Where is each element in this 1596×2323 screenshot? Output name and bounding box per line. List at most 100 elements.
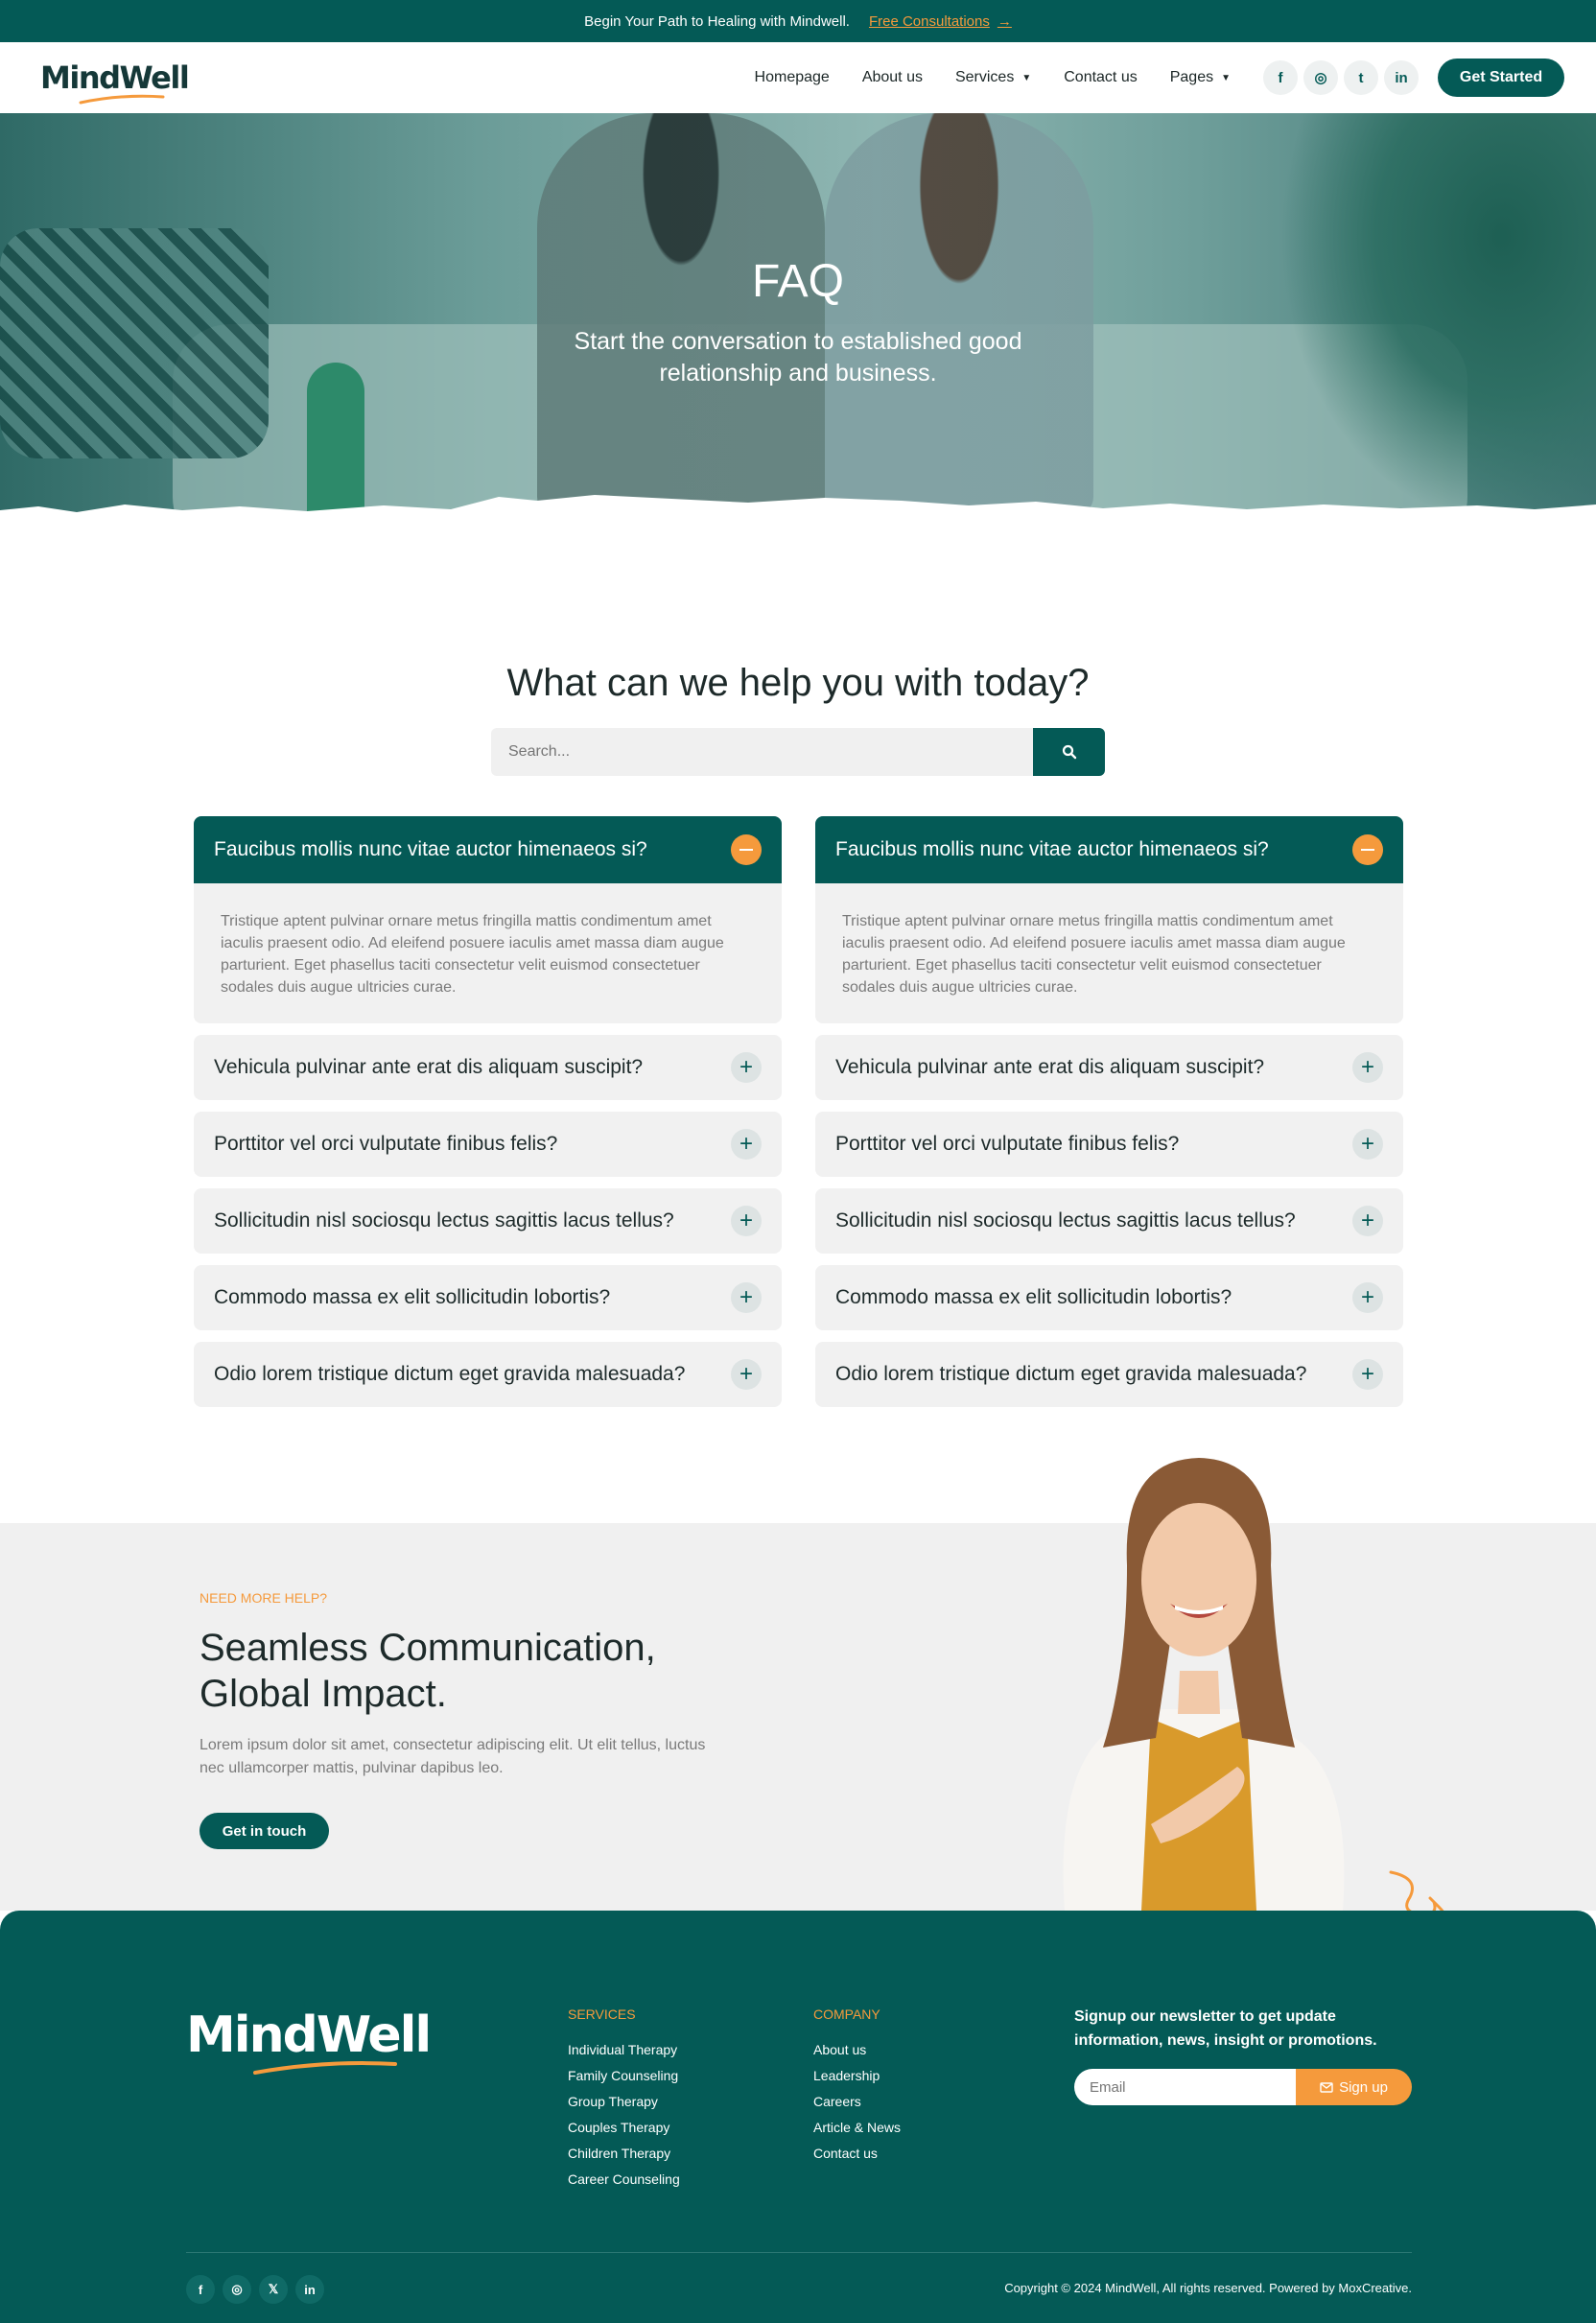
facebook-icon[interactable]: f (186, 2275, 215, 2304)
hero-banner: FAQ Start the conversation to establishe… (0, 113, 1596, 528)
chevron-down-icon: ▼ (1221, 72, 1231, 83)
faq-question-toggle[interactable]: Faucibus mollis nunc vitae auctor himena… (815, 816, 1403, 883)
linkedin-icon[interactable]: in (295, 2275, 324, 2304)
expand-icon: + (1352, 1129, 1383, 1160)
faq-question: Faucibus mollis nunc vitae auctor himena… (835, 838, 1269, 860)
footer-link[interactable]: Career Counseling (568, 2167, 680, 2193)
facebook-icon[interactable]: f (1263, 60, 1298, 95)
faq-item-open: Faucibus mollis nunc vitae auctor himena… (815, 816, 1403, 1023)
instagram-icon[interactable]: ◎ (223, 2275, 251, 2304)
twitter-icon[interactable]: t (1344, 60, 1378, 95)
nav-item-label: Pages (1169, 69, 1214, 85)
footer-link[interactable]: About us (813, 2037, 901, 2063)
get-started-button[interactable]: Get Started (1438, 59, 1564, 97)
expand-icon: + (731, 1052, 762, 1083)
footer-company: COMPANY About us Leadership Careers Arti… (813, 2006, 901, 2167)
announcement-bar: Begin Your Path to Healing with Mindwell… (0, 0, 1596, 42)
footer-link[interactable]: Family Counseling (568, 2063, 680, 2089)
expand-icon: + (1352, 1282, 1383, 1313)
search-button[interactable] (1033, 728, 1105, 776)
hero-plant-shape (1279, 113, 1596, 526)
newsletter-text: Signup our newsletter to get update info… (1074, 2008, 1377, 2049)
faq-answer: Tristique aptent pulvinar ornare metus f… (194, 883, 782, 1023)
faq-item[interactable]: Porttitor vel orci vulputate finibus fel… (815, 1112, 1403, 1177)
nav-item-about[interactable]: About us (862, 69, 923, 86)
collapse-icon (731, 834, 762, 865)
footer-divider (186, 2252, 1412, 2253)
mail-icon (1320, 2081, 1333, 2093)
faq-item-open: Faucibus mollis nunc vitae auctor himena… (194, 816, 782, 1023)
footer-services-title: SERVICES (568, 2006, 636, 2022)
x-icon[interactable]: 𝕏 (259, 2275, 288, 2304)
copyright-text: Copyright © 2024 MindWell, All rights re… (1004, 2281, 1412, 2295)
expand-icon: + (731, 1206, 762, 1236)
faq-item[interactable]: Odio lorem tristique dictum eget gravida… (194, 1342, 782, 1407)
faq-search (491, 728, 1105, 776)
faq-item[interactable]: Commodo massa ex elit sollicitudin lobor… (194, 1265, 782, 1330)
nav-item-label: Services (954, 69, 1015, 85)
faq-question: Sollicitudin nisl sociosqu lectus sagitt… (835, 1209, 1296, 1232)
faq-item[interactable]: Vehicula pulvinar ante erat dis aliquam … (194, 1035, 782, 1100)
expand-icon: + (1352, 1359, 1383, 1390)
free-consultations-link[interactable]: Free Consultations → (869, 13, 1012, 30)
footer-company-title: COMPANY (813, 2006, 880, 2022)
footer-link[interactable]: Careers (813, 2089, 901, 2115)
nav-item-services[interactable]: Services ▼ (955, 69, 1031, 86)
faq-question: Sollicitudin nisl sociosqu lectus sagitt… (214, 1209, 674, 1232)
linkedin-icon[interactable]: in (1384, 60, 1419, 95)
faq-question: Faucibus mollis nunc vitae auctor himena… (214, 838, 647, 860)
smiling-woman-photo (1063, 1458, 1345, 1911)
help-heading: What can we help you with today? (506, 662, 1090, 704)
nav-socials: f ◎ t in (1263, 60, 1419, 95)
nav-item-label: Homepage (754, 69, 830, 85)
torn-edge-divider (0, 495, 1596, 528)
announcement-text: Begin Your Path to Healing with Mindwell… (584, 12, 850, 30)
faq-item[interactable]: Sollicitudin nisl sociosqu lectus sagitt… (194, 1188, 782, 1254)
main-navigation: MindWell Homepage About us Services ▼ Con… (0, 42, 1596, 113)
hero-person-shape (537, 113, 825, 516)
faq-question: Vehicula pulvinar ante erat dis aliquam … (835, 1056, 1265, 1078)
logo-text: MindWell (40, 59, 190, 96)
faq-answer: Tristique aptent pulvinar ornare metus f… (815, 883, 1403, 1023)
faq-question: Commodo massa ex elit sollicitudin lobor… (214, 1286, 611, 1308)
email-field[interactable] (1074, 2069, 1296, 2105)
footer-link[interactable]: Children Therapy (568, 2141, 680, 2167)
footer-link[interactable]: Article & News (813, 2115, 901, 2141)
footer-link[interactable]: Contact us (813, 2141, 901, 2167)
faq-item[interactable]: Sollicitudin nisl sociosqu lectus sagitt… (815, 1188, 1403, 1254)
faq-question: Porttitor vel orci vulputate finibus fel… (835, 1133, 1180, 1155)
instagram-icon[interactable]: ◎ (1303, 60, 1338, 95)
logo-swoosh-icon (253, 2061, 397, 2075)
footer-link[interactable]: Individual Therapy (568, 2037, 680, 2063)
faq-item[interactable]: Porttitor vel orci vulputate finibus fel… (194, 1112, 782, 1177)
nav-menu: Homepage About us Services ▼ Contact us P… (755, 60, 1419, 95)
free-consultations-label: Free Consultations (868, 12, 990, 30)
expand-icon: + (731, 1129, 762, 1160)
footer-logo-text: MindWell (186, 2006, 432, 2064)
faq-question: Odio lorem tristique dictum eget gravida… (835, 1363, 1307, 1385)
faq-question: Porttitor vel orci vulputate finibus fel… (214, 1133, 558, 1155)
newsletter-form: Sign up (1074, 2069, 1412, 2105)
chevron-down-icon: ▼ (1021, 72, 1032, 83)
nav-item-label: About us (861, 69, 923, 85)
footer-logo[interactable]: MindWell (186, 2006, 432, 2075)
footer-link[interactable]: Leadership (813, 2063, 901, 2089)
faq-item[interactable]: Commodo massa ex elit sollicitudin lobor… (815, 1265, 1403, 1330)
signup-button[interactable]: Sign up (1296, 2069, 1412, 2105)
search-input[interactable] (491, 728, 1033, 776)
faq-question-toggle[interactable]: Faucibus mollis nunc vitae auctor himena… (194, 816, 782, 883)
faq-item[interactable]: Odio lorem tristique dictum eget gravida… (815, 1342, 1403, 1407)
nav-item-homepage[interactable]: Homepage (755, 69, 830, 86)
get-in-touch-button[interactable]: Get in touch (200, 1813, 329, 1849)
nav-item-pages[interactable]: Pages ▼ (1170, 69, 1231, 86)
hero-subtitle: Start the conversation to established go… (574, 328, 1022, 387)
expand-icon: + (1352, 1206, 1383, 1236)
footer-link[interactable]: Group Therapy (568, 2089, 680, 2115)
logo[interactable]: MindWell (40, 59, 190, 105)
faq-item[interactable]: Vehicula pulvinar ante erat dis aliquam … (815, 1035, 1403, 1100)
page-title: FAQ (751, 256, 845, 307)
nav-item-contact[interactable]: Contact us (1064, 69, 1137, 86)
hero-person-shape (825, 113, 1093, 516)
footer-link[interactable]: Couples Therapy (568, 2115, 680, 2141)
collapse-icon (1352, 834, 1383, 865)
